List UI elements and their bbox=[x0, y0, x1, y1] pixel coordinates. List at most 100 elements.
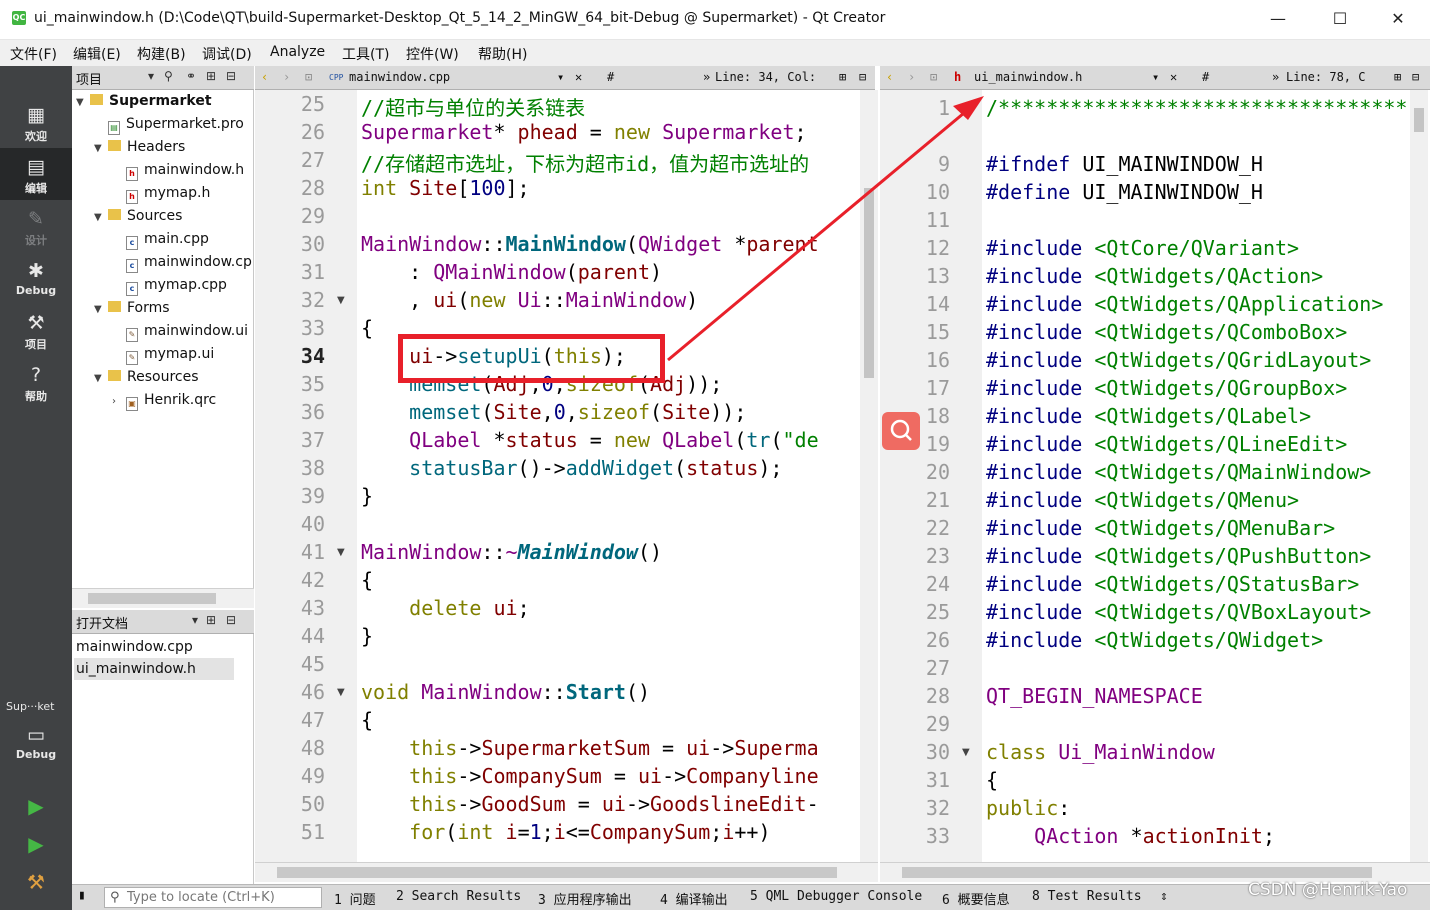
code-line[interactable]: #include <QtWidgets/QMainWindow> bbox=[986, 460, 1371, 484]
chevron-icon[interactable]: ▼ bbox=[94, 206, 108, 229]
menu-debug[interactable]: 调试(D) bbox=[202, 44, 252, 64]
chevron-icon[interactable]: ▼ bbox=[76, 91, 90, 114]
code-line[interactable]: for(int i=1;i<=CompanySum;i++) bbox=[361, 820, 770, 844]
mode-help[interactable]: ? 帮助 bbox=[0, 356, 72, 408]
fold-marker-icon[interactable]: ▼ bbox=[962, 747, 970, 758]
code-line[interactable]: QLabel *status = new QLabel(tr("de bbox=[361, 428, 818, 452]
fold-marker-icon[interactable]: ▼ bbox=[337, 687, 345, 698]
code-line[interactable]: this->SupermarketSum = ui->Superma bbox=[361, 736, 818, 760]
code-line[interactable]: #include <QtWidgets/QLineEdit> bbox=[986, 432, 1347, 456]
code-line[interactable]: #define UI_MAINWINDOW_H bbox=[986, 180, 1263, 204]
symbol-hash[interactable]: # bbox=[607, 70, 614, 84]
menu-analyze[interactable]: Analyze bbox=[270, 44, 325, 60]
tree-item[interactable]: ✎ mymap.ui bbox=[112, 343, 214, 366]
link-icon[interactable]: ⚭ bbox=[186, 69, 196, 83]
menu-file[interactable]: 文件(F) bbox=[10, 44, 57, 64]
code-line[interactable]: { bbox=[361, 568, 373, 592]
chevron-icon[interactable]: › bbox=[112, 390, 126, 413]
tree-item[interactable]: ✎ mainwindow.ui bbox=[112, 320, 248, 343]
code-line[interactable]: MainWindow::MainWindow(QWidget *parent bbox=[361, 232, 819, 256]
mode-edit[interactable]: ▤ 编辑 bbox=[0, 148, 72, 200]
split-icon[interactable]: ⊞ bbox=[206, 613, 216, 627]
close-button[interactable]: ✕ bbox=[1366, 0, 1430, 40]
close-file-icon[interactable]: ✕ bbox=[575, 70, 582, 84]
code-line[interactable]: #include <QtWidgets/QLabel> bbox=[986, 404, 1311, 428]
code-line[interactable]: #include <QtWidgets/QWidget> bbox=[986, 628, 1323, 652]
debug-run-icon[interactable]: ▶ bbox=[24, 832, 48, 856]
mode-design[interactable]: ✎ 设计 bbox=[0, 200, 72, 252]
chevron-icon[interactable]: ▼ bbox=[94, 298, 108, 321]
tab-app-output[interactable]: 3 应用程序输出 bbox=[538, 889, 632, 908]
code-line[interactable]: { bbox=[986, 768, 998, 792]
right-editor[interactable]: 1 /********************************** 9 #if… bbox=[880, 90, 1410, 862]
dropdown-arrow-icon[interactable]: ▾ bbox=[557, 70, 564, 84]
split-icon[interactable]: ⊞ bbox=[1394, 70, 1401, 84]
tree-item[interactable]: › ▣ Henrik.qrc bbox=[112, 389, 216, 412]
code-line[interactable]: class Ui_MainWindow bbox=[986, 740, 1215, 764]
tab-compile-output[interactable]: 4 编译输出 bbox=[660, 889, 728, 908]
code-line[interactable]: #include <QtWidgets/QPushButton> bbox=[986, 544, 1371, 568]
cursor-position[interactable]: Line: 78, C bbox=[1286, 70, 1365, 84]
code-line[interactable]: memset(Site,0,sizeof(Site)); bbox=[361, 400, 746, 424]
code-line[interactable]: MainWindow::~MainWindow() bbox=[361, 540, 662, 564]
open-doc-item[interactable]: mainwindow.cpp bbox=[74, 636, 234, 658]
code-line[interactable]: #include <QtWidgets/QStatusBar> bbox=[986, 572, 1359, 596]
dropdown-arrow-icon[interactable]: ▾ bbox=[1152, 70, 1159, 84]
dropdown-arrow-icon[interactable]: ▾ bbox=[148, 69, 154, 83]
tree-item[interactable]: ▼ Sources bbox=[94, 205, 182, 228]
tree-item[interactable]: ▼ Forms bbox=[94, 297, 170, 320]
more-tabs-icon[interactable]: ⇕ bbox=[1160, 889, 1168, 904]
cursor-position[interactable]: Line: 34, Col: bbox=[715, 70, 816, 84]
code-line[interactable]: { bbox=[361, 708, 373, 732]
close-pane-icon[interactable]: ⊟ bbox=[1412, 70, 1419, 84]
tree-item[interactable]: ▼ Headers bbox=[94, 136, 185, 159]
mode-welcome[interactable]: ▦ 欢迎 bbox=[0, 96, 72, 148]
sidebar-toggle-icon[interactable]: ▮ bbox=[78, 888, 86, 903]
code-line[interactable]: //超市与单位的关系链表 bbox=[361, 92, 585, 121]
menu-tools[interactable]: 工具(T) bbox=[342, 44, 389, 64]
maximize-button[interactable]: ☐ bbox=[1308, 0, 1372, 40]
code-line[interactable]: delete ui; bbox=[361, 596, 529, 620]
close-pane-icon[interactable]: ⊟ bbox=[859, 70, 866, 84]
run-icon[interactable]: ▶ bbox=[24, 794, 48, 818]
code-line[interactable]: #include <QtWidgets/QComboBox> bbox=[986, 320, 1347, 344]
code-line[interactable]: QT_BEGIN_NAMESPACE bbox=[986, 684, 1203, 708]
code-line[interactable]: #include <QtWidgets/QMenu> bbox=[986, 488, 1299, 512]
code-line[interactable]: void MainWindow::Start() bbox=[361, 680, 650, 704]
tree-item[interactable]: c mymap.cpp bbox=[112, 274, 227, 297]
code-line[interactable]: #include <QtWidgets/QGridLayout> bbox=[986, 348, 1371, 372]
menu-help[interactable]: 帮助(H) bbox=[478, 44, 527, 64]
filter-icon[interactable]: ⚲ bbox=[164, 69, 173, 83]
mode-debug[interactable]: ✱ Debug bbox=[0, 252, 72, 304]
left-editor[interactable]: 25 //超市与单位的关系链表 26 Supermarket* phead = new… bbox=[255, 90, 860, 862]
left-editor-hscrollbar[interactable] bbox=[255, 862, 878, 882]
code-line[interactable]: #include <QtCore/QVariant> bbox=[986, 236, 1299, 260]
split-icon[interactable]: ⊞ bbox=[839, 70, 846, 84]
tree-item[interactable]: ▼ Resources bbox=[94, 366, 199, 389]
symbol-hash[interactable]: # bbox=[1202, 70, 1209, 84]
fold-marker-icon[interactable]: ▼ bbox=[337, 547, 345, 558]
close-pane-icon[interactable]: ⊟ bbox=[226, 613, 236, 627]
code-line[interactable]: this->GoodSum = ui->GoodslineEdit- bbox=[361, 792, 818, 816]
mode-projects[interactable]: ⚒ 项目 bbox=[0, 304, 72, 356]
locator-input[interactable]: ⚲ Type to locate (Ctrl+K) bbox=[104, 887, 322, 908]
code-line[interactable]: int Site[100]; bbox=[361, 176, 530, 200]
code-line[interactable]: { bbox=[361, 316, 373, 340]
tab-search-results[interactable]: 2 Search Results bbox=[396, 889, 521, 904]
code-line[interactable]: public: bbox=[986, 796, 1070, 820]
back-arrow-icon[interactable]: ‹ bbox=[261, 70, 268, 84]
code-line[interactable]: #include <QtWidgets/QGroupBox> bbox=[986, 376, 1347, 400]
open-doc-item[interactable]: ui_mainwindow.h bbox=[74, 658, 234, 680]
code-line[interactable]: statusBar()->addWidget(status); bbox=[361, 456, 782, 480]
menu-build[interactable]: 构建(B) bbox=[137, 44, 186, 64]
minimize-button[interactable]: — bbox=[1246, 0, 1310, 40]
tree-item[interactable]: h mymap.h bbox=[112, 182, 210, 205]
code-line[interactable]: /********************************** bbox=[986, 96, 1407, 120]
fold-marker-icon[interactable]: ▼ bbox=[337, 295, 345, 306]
tab-qml-debugger[interactable]: 5 QML Debugger Console bbox=[750, 889, 922, 904]
menu-widgets[interactable]: 控件(W) bbox=[406, 44, 459, 64]
chevron-icon[interactable]: ▼ bbox=[94, 367, 108, 390]
left-editor-vscrollbar[interactable] bbox=[860, 90, 878, 862]
tree-item[interactable]: c mainwindow.cpp bbox=[112, 251, 253, 274]
project-tree-hscrollbar[interactable] bbox=[72, 588, 254, 608]
